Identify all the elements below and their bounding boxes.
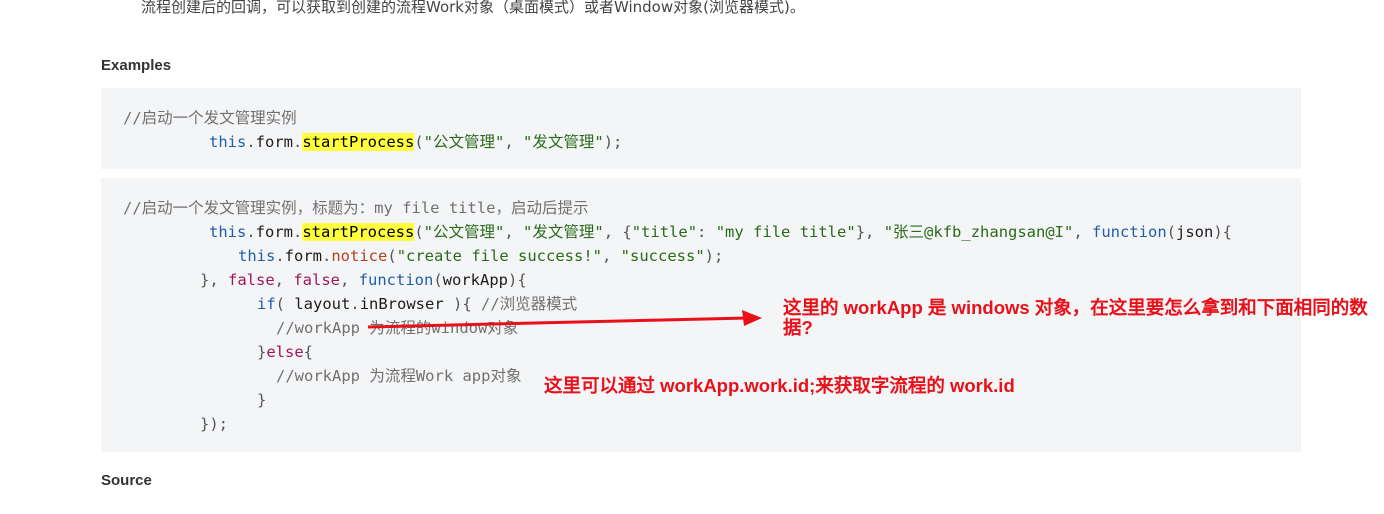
code-string: "公文管理" [423,133,505,151]
code-param: workApp [442,271,509,289]
code-keyword-this: this [209,133,247,151]
code-string: "发文管理" [523,223,604,241]
code-paren: ); [603,133,623,151]
annotation-arrow-head [742,310,762,326]
code-comment: //启动一个发文管理实例 [123,109,297,127]
code-string: "my file title" [715,223,856,241]
code-brace: } [257,343,267,361]
code-paren: ( [275,295,295,313]
code-keyword-if: if [257,295,276,313]
annotation-note-work-id: 这里可以通过 workApp.work.id;来获取字流程的 work.id [544,375,1015,396]
code-string: "公文管理" [423,223,505,241]
code-string: "发文管理" [523,133,604,151]
code-brace: }); [200,415,228,433]
code-comma: , [504,133,524,151]
code-keyword-false: false [293,271,341,289]
code-line: this.form.startProcess("公文管理", "发文管理"); [209,130,622,154]
code-string: "create file success!" [396,247,602,265]
code-line: this.form.startProcess("公文管理", "发文管理", {… [209,223,1233,241]
code-paren: ( [414,133,424,151]
code-paren: ); [704,247,724,265]
code-line: }, false, false, function(workApp){ [200,271,527,289]
code-param: json [1176,223,1214,241]
intro-text: 流程创建后的回调，可以获取到创建的流程Work对象（桌面模式）或者Window对… [141,0,805,16]
annotation-arrow-shaft [367,316,749,329]
examples-heading: Examples [101,57,172,74]
code-dot: . [293,133,303,151]
code-fn-notice: notice [331,247,388,265]
code-paren: ){ [508,271,527,289]
code-brace: } [855,223,866,241]
code-highlight-startprocess: startProcess [302,223,415,241]
code-keyword-this: this [209,223,247,241]
code-colon: : [697,223,716,241]
code-keyword-this: this [238,247,276,265]
code-prop-form: form [284,247,322,265]
code-keyword-function: function [358,271,434,289]
code-comment: //启动一个发文管理实例，标题为：my file title，启动后提示 [123,199,589,217]
code-line: }else{ [257,340,313,364]
code-brace: { [303,343,314,361]
code-string: "张三@kfb_zhangsan@I" [883,223,1074,241]
code-paren: ){ [1213,223,1233,241]
code-line: this.form.notice("create file success!",… [238,247,724,265]
code-string: "title" [631,223,698,241]
code-brace: { [622,223,632,241]
code-keyword-function: function [1092,223,1167,241]
code-brace: } [257,391,267,409]
code-ident-layout: layout [294,295,351,313]
code-keyword-false: false [228,271,275,289]
code-prop-form: form [255,223,293,241]
code-string: "success" [620,247,705,265]
code-brace: }, [200,271,228,289]
code-highlight-startprocess: startProcess [302,133,415,151]
code-dot: . [246,133,256,151]
annotation-arrow [367,310,762,329]
code-block-example-1: //启动一个发文管理实例 this.form.startProcess("公文管… [101,88,1301,169]
code-prop-form: form [255,133,293,151]
source-heading: Source [101,472,152,489]
code-comment: //workApp 为流程Work app对象 [276,367,522,385]
annotation-note-workapp: 这里的 workApp 是 windows 对象，在这里要怎么拿到和下面相同的数… [783,297,1368,338]
code-keyword-else: else [266,343,304,361]
